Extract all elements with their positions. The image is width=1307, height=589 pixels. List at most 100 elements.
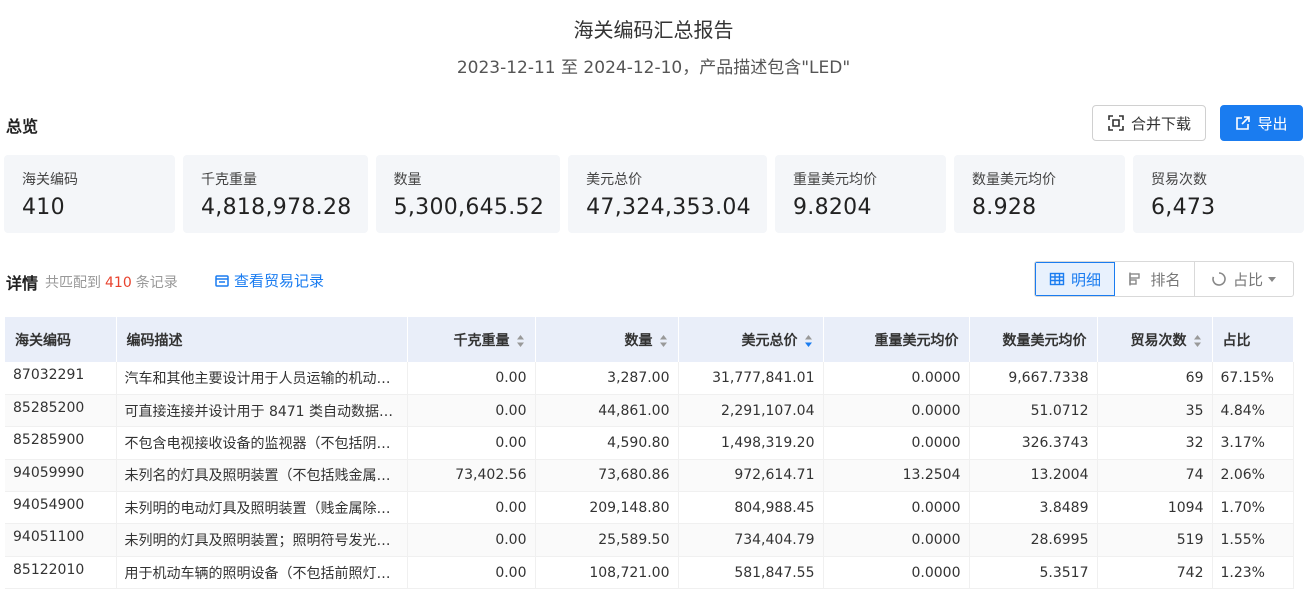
cell-desc: 汽车和其他主要设计用于人员运输的机动车... — [116, 362, 408, 395]
col-weight-header[interactable]: 千克重量 — [407, 317, 536, 362]
view-share-tab[interactable]: 占比 — [1195, 262, 1293, 296]
card-usd-total: 美元总价 47,324,353.04 — [568, 155, 767, 233]
cell-qty: 4,590.80 — [535, 426, 679, 460]
merge-download-label: 合并下载 — [1130, 114, 1191, 133]
sort-icon — [516, 334, 524, 347]
view-rank-tab[interactable]: 排名 — [1115, 262, 1195, 296]
caret-down-icon — [1268, 277, 1276, 282]
card-quantity: 数量 5,300,645.52 — [375, 155, 561, 233]
cell-share: 2.06% — [1212, 459, 1294, 493]
cell-weight: 0.00 — [407, 556, 536, 589]
cell-code: 94051100 — [5, 523, 117, 557]
report-subtitle: 2023-12-11 至 2024-12-10，产品描述包含"LED" — [456, 58, 851, 78]
cell-qavg: 326.3743 — [969, 426, 1098, 460]
cell-code: 87032291 — [5, 362, 117, 395]
detail-label: 详情 — [6, 274, 39, 293]
export-label: 导出 — [1257, 114, 1288, 133]
cell-trades: 74 — [1097, 459, 1213, 493]
table-row[interactable]: 85285200 可直接连接并设计用于 8471 类自动数据处... 0.00 44,… — [5, 394, 1294, 428]
card-label: 贸易次数 — [1150, 172, 1207, 188]
cell-trades: 742 — [1097, 556, 1213, 589]
view-share-label: 占比 — [1232, 270, 1263, 289]
cell-code: 85285200 — [5, 394, 117, 428]
col-trades-header[interactable]: 贸易次数 — [1097, 317, 1213, 362]
card-value: 9.8204 — [792, 195, 872, 220]
card-label: 千克重量 — [201, 172, 257, 188]
table-row[interactable]: 94059990 未列名的灯具及照明装置（不包括贱金属零... 73,402.56 7… — [5, 459, 1294, 493]
col-qty-header[interactable]: 数量 — [535, 317, 679, 362]
col-usd-header[interactable]: 美元总价 — [678, 317, 824, 362]
col-qty-label: 数量 — [624, 332, 653, 349]
col-code-header: 海关编码 — [5, 317, 117, 362]
sort-desc-active-icon — [804, 334, 812, 347]
cell-share: 1.23% — [1212, 556, 1294, 589]
card-weight: 千克重量 4,818,978.28 — [183, 155, 368, 233]
match-summary: 共匹配到 410 条记录 — [45, 272, 178, 292]
cell-share: 1.70% — [1212, 491, 1294, 525]
cell-weight: 73,402.56 — [407, 459, 536, 493]
cell-trades: 69 — [1097, 362, 1213, 395]
card-label: 数量美元均价 — [971, 172, 1056, 188]
cell-trades: 519 — [1097, 523, 1213, 557]
loading-icon — [1212, 272, 1226, 286]
cell-qty: 3,287.00 — [535, 362, 679, 395]
cell-qty: 73,680.86 — [535, 459, 679, 493]
table-row[interactable]: 94054900 未列明的电动灯具及照明装置（贱金属除外） 0.00 209,148.… — [5, 491, 1294, 525]
table-row[interactable]: 87032291 汽车和其他主要设计用于人员运输的机动车... 0.00 3,287.… — [5, 362, 1294, 395]
view-trade-records-link[interactable]: 查看贸易记录 — [214, 270, 324, 291]
cell-qty: 209,148.80 — [535, 491, 679, 525]
match-prefix: 共匹配到 — [45, 275, 101, 291]
cell-usd: 1,498,319.20 — [678, 426, 824, 460]
cell-qty: 108,721.00 — [535, 556, 679, 589]
col-qavg-header: 数量美元均价 — [969, 317, 1098, 362]
cell-qavg: 28.6995 — [969, 523, 1098, 557]
export-icon — [1236, 116, 1251, 130]
cell-qavg: 51.0712 — [969, 394, 1098, 428]
merge-download-button[interactable]: 合并下载 — [1092, 105, 1206, 141]
cell-qavg: 3.8489 — [969, 491, 1098, 525]
cell-code: 94059990 — [5, 459, 117, 493]
cell-qty: 25,589.50 — [535, 523, 679, 557]
rank-icon — [1129, 272, 1141, 286]
table-row[interactable]: 85285900 不包含电视接收设备的监视器（不包括阴极... 0.00 4,590.… — [5, 426, 1294, 460]
cell-usd: 804,988.45 — [678, 491, 824, 525]
cell-usd: 581,847.55 — [678, 556, 824, 589]
hs-code-table: 海关编码 编码描述 千克重量 数量 美元总价 重量美元均价 数量美元均价 贸易次… — [5, 317, 1294, 589]
cell-usd: 972,614.71 — [678, 459, 824, 493]
table-header-row: 海关编码 编码描述 千克重量 数量 美元总价 重量美元均价 数量美元均价 贸易次… — [5, 317, 1294, 362]
report-title: 海关编码汇总报告 — [573, 18, 734, 42]
cell-desc: 用于机动车辆的照明设备（不包括前照灯组） — [116, 556, 408, 589]
table-row[interactable]: 85122010 用于机动车辆的照明设备（不包括前照灯组） 0.00 108,721.… — [5, 556, 1294, 589]
cell-desc: 不包含电视接收设备的监视器（不包括阴极... — [116, 426, 408, 460]
card-qty-avg: 数量美元均价 8.928 — [953, 155, 1125, 233]
cell-weight: 0.00 — [407, 523, 536, 557]
view-detail-tab[interactable]: 明细 — [1035, 262, 1115, 296]
export-button[interactable]: 导出 — [1220, 105, 1303, 141]
col-share-header: 占比 — [1212, 317, 1294, 362]
sort-icon — [1193, 334, 1201, 347]
cell-weight: 0.00 — [407, 394, 536, 428]
table-row[interactable]: 94051100 未列明的灯具及照明装置；照明符号发光板... 0.00 25,589… — [5, 523, 1294, 557]
cell-desc: 可直接连接并设计用于 8471 类自动数据处... — [116, 394, 408, 428]
overview-label: 总览 — [6, 117, 39, 136]
cell-share: 1.55% — [1212, 523, 1294, 557]
overview-cards: 海关编码 410 千克重量 4,818,978.28 数量 5,300,645.… — [4, 155, 1304, 233]
cell-desc: 未列明的灯具及照明装置；照明符号发光板... — [116, 523, 408, 557]
cell-wavg: 0.0000 — [823, 426, 970, 460]
cell-wavg: 0.0000 — [823, 491, 970, 525]
cell-trades: 35 — [1097, 394, 1213, 428]
col-usd-label: 美元总价 — [741, 332, 798, 349]
cell-weight: 0.00 — [407, 426, 536, 460]
cell-wavg: 0.0000 — [823, 394, 970, 428]
view-rank-label: 排名 — [1150, 270, 1181, 289]
cell-qavg: 9,667.7338 — [969, 362, 1098, 395]
card-label: 海关编码 — [22, 172, 78, 188]
col-trades-label: 贸易次数 — [1130, 332, 1187, 349]
record-icon — [215, 274, 229, 287]
cell-share: 67.15% — [1212, 362, 1294, 395]
cell-trades: 1094 — [1097, 491, 1213, 525]
cell-usd: 2,291,107.04 — [678, 394, 824, 428]
card-label: 美元总价 — [586, 172, 643, 188]
card-value: 8.928 — [971, 195, 1037, 220]
view-toggle: 明细 排名 占比 — [1034, 261, 1294, 297]
